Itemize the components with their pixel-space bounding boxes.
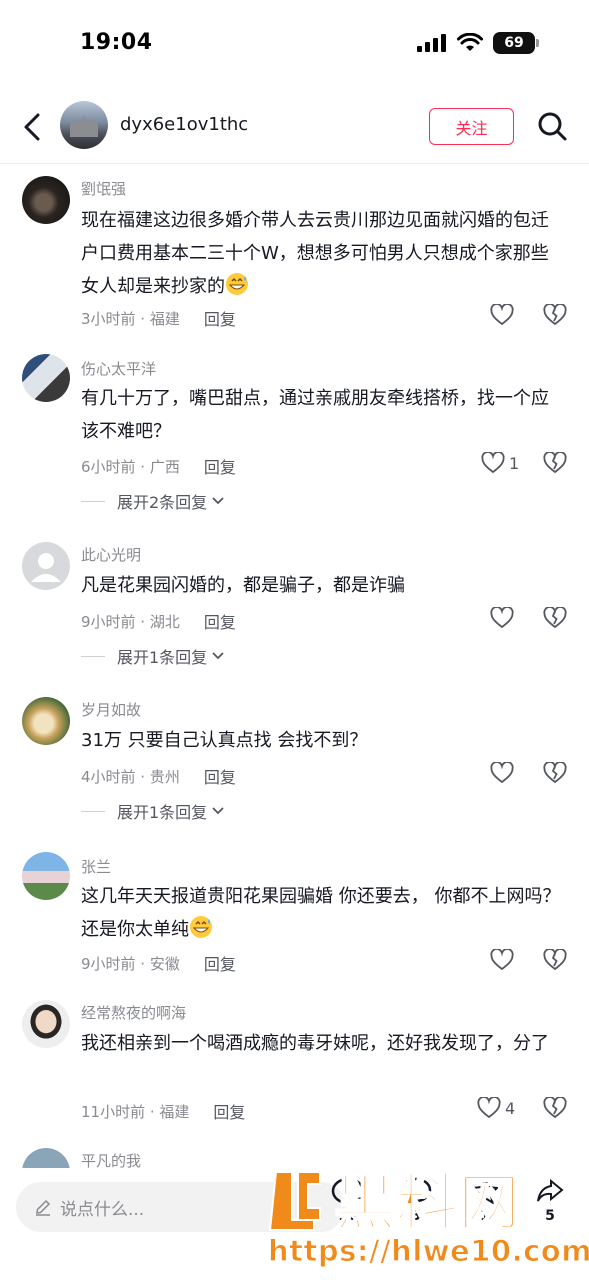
comment-meta: 11小时前 · 福建 回复 xyxy=(81,1099,245,1123)
dislike-button[interactable] xyxy=(543,761,567,788)
comment-time-location: 3小时前 · 福建 xyxy=(81,309,180,328)
watermark-url: https://hlwe10.com xyxy=(268,1234,589,1269)
broken-heart-icon xyxy=(543,761,567,784)
chevron-down-icon xyxy=(212,652,224,660)
commenter-name[interactable]: 伤心太平洋 xyxy=(81,358,156,379)
like-button[interactable] xyxy=(490,607,514,629)
comment-meta: 9小时前 · 湖北 回复 xyxy=(81,609,236,633)
broken-heart-icon xyxy=(543,451,567,474)
search-icon[interactable] xyxy=(536,110,568,142)
reply-button[interactable]: 回复 xyxy=(213,1099,245,1123)
watermark-logo: 黑料网 xyxy=(262,1164,582,1240)
expand-replies[interactable]: 展开1条回复 xyxy=(81,644,225,668)
broken-heart-icon xyxy=(543,948,567,971)
reply-button[interactable]: 回复 xyxy=(204,609,236,633)
commenter-name[interactable]: 劉氓强 xyxy=(81,178,126,199)
battery-icon: 69 xyxy=(493,32,539,54)
comment-meta: 6小时前 · 广西 回复 xyxy=(81,454,236,478)
dislike-button[interactable] xyxy=(543,1096,567,1123)
chevron-down-icon xyxy=(212,807,224,815)
comment-text: 31万 只要自己认真点找 会找不到？ xyxy=(81,730,368,751)
reply-button[interactable]: 回复 xyxy=(204,764,236,788)
grin-sweat-emoji-icon xyxy=(190,916,212,938)
dislike-button[interactable] xyxy=(543,606,567,633)
comment-text: 这几年天天报道贵阳花果园骗婚 你还要去， 你都不上网吗？还是你太单纯 xyxy=(81,886,561,940)
comment-text: 有几十万了，嘴巴甜点，通过亲戚朋友牵线搭桥，找一个应该不难吧？ xyxy=(81,388,549,442)
heart-icon xyxy=(490,304,514,326)
pencil-icon xyxy=(36,1199,51,1216)
commenter-name[interactable]: 岁月如故 xyxy=(81,699,141,720)
heart-icon xyxy=(490,949,514,971)
comment-time-location: 4小时前 · 贵州 xyxy=(81,767,180,786)
broken-heart-icon xyxy=(543,1096,567,1119)
follow-button[interactable]: 关注 xyxy=(429,108,514,145)
dislike-button[interactable] xyxy=(543,948,567,975)
reply-button[interactable]: 回复 xyxy=(204,306,236,330)
cellular-signal-icon xyxy=(417,33,447,53)
commenter-avatar[interactable] xyxy=(22,1000,70,1048)
comment-text: 我还相亲到一个喝酒成瘾的毒牙妹呢，还好我发现了，分了 xyxy=(81,1033,549,1054)
like-count: 4 xyxy=(505,1098,516,1118)
wifi-icon xyxy=(457,33,483,53)
comment-input-placeholder: 说点什么... xyxy=(60,1199,145,1220)
expand-line xyxy=(81,810,105,812)
broken-heart-icon xyxy=(543,303,567,326)
heart-icon xyxy=(490,607,514,629)
commenter-name[interactable]: 此心光明 xyxy=(81,544,141,565)
comment-time-location: 9小时前 · 安徽 xyxy=(81,954,180,973)
status-icons: 69 xyxy=(417,32,539,54)
grin-sweat-emoji-icon xyxy=(226,273,248,295)
comment-text: 现在福建这边很多婚介带人去云贵川那边见面就闪婚的包迁户口费用基本二三十个W，想想… xyxy=(81,210,549,297)
header: dyx6e1ov1thc 关注 xyxy=(0,96,589,160)
commenter-avatar[interactable] xyxy=(22,542,70,590)
like-button[interactable] xyxy=(490,949,514,971)
like-button[interactable]: 1 xyxy=(481,452,519,474)
like-button[interactable] xyxy=(490,304,514,326)
commenter-avatar[interactable] xyxy=(22,176,70,224)
heart-icon xyxy=(481,452,505,474)
header-divider xyxy=(0,163,589,164)
status-bar: 19:04 69 xyxy=(0,0,589,88)
author-username[interactable]: dyx6e1ov1thc xyxy=(120,114,248,135)
commenter-name[interactable]: 经常熬夜的啊海 xyxy=(81,1002,186,1023)
commenter-avatar[interactable] xyxy=(22,354,70,402)
like-button[interactable] xyxy=(490,762,514,784)
expand-replies[interactable]: 展开1条回复 xyxy=(81,799,225,823)
heart-icon xyxy=(477,1097,501,1119)
author-avatar[interactable] xyxy=(60,101,108,149)
expand-line xyxy=(81,655,105,657)
status-time: 19:04 xyxy=(80,30,153,55)
comment-meta: 4小时前 · 贵州 回复 xyxy=(81,764,236,788)
comment-meta: 3小时前 · 福建 回复 xyxy=(81,306,236,330)
dislike-button[interactable] xyxy=(543,451,567,478)
commenter-avatar[interactable] xyxy=(22,697,70,745)
comment-time-location: 11小时前 · 福建 xyxy=(81,1102,190,1121)
reply-button[interactable]: 回复 xyxy=(204,454,236,478)
broken-heart-icon xyxy=(543,606,567,629)
comment-time-location: 6小时前 · 广西 xyxy=(81,457,180,476)
like-count: 1 xyxy=(509,453,520,473)
heart-icon xyxy=(490,762,514,784)
expand-replies[interactable]: 展开2条回复 xyxy=(81,489,225,513)
chevron-down-icon xyxy=(212,497,224,505)
default-avatar-icon xyxy=(31,553,61,582)
commenter-name[interactable]: 张兰 xyxy=(81,856,111,877)
comment-meta: 9小时前 · 安徽 回复 xyxy=(81,951,236,975)
comment-text: 凡是花果园闪婚的，都是骗子，都是诈骗 xyxy=(81,575,405,596)
commenter-avatar[interactable] xyxy=(22,852,70,900)
reply-button[interactable]: 回复 xyxy=(204,951,236,975)
comment-time-location: 9小时前 · 湖北 xyxy=(81,612,180,631)
expand-line xyxy=(81,500,105,502)
dislike-button[interactable] xyxy=(543,303,567,330)
like-button[interactable]: 4 xyxy=(477,1097,515,1119)
watermark-logo-text: 黑料网 xyxy=(334,1166,520,1236)
back-arrow-icon[interactable] xyxy=(18,110,48,144)
